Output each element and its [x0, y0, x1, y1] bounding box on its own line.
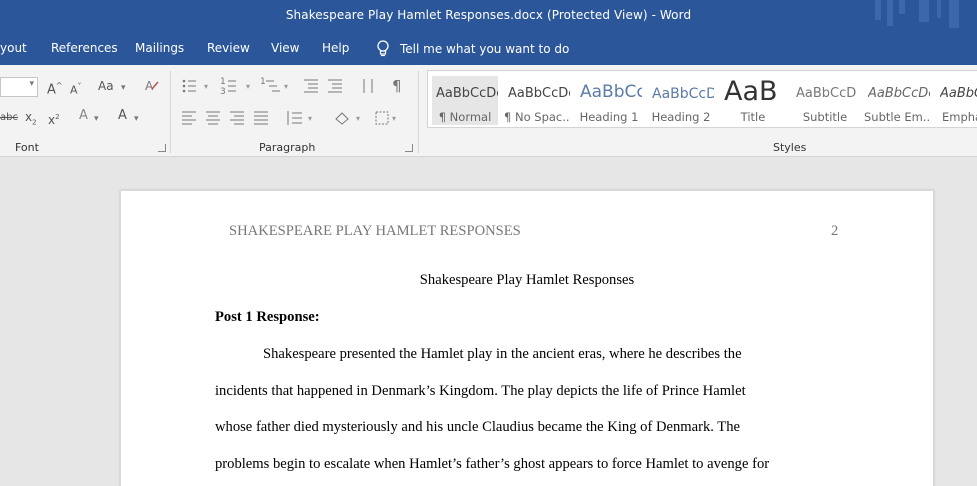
strikethrough-icon[interactable]: abc: [0, 111, 18, 125]
body-line: incidents that happened in Denmark’s Kin…: [215, 383, 746, 399]
svg-text:▾: ▾: [204, 82, 208, 91]
styles-gallery: AaBbCcDc ¶ Normal AaBbCcDc ¶ No Spac... …: [427, 70, 977, 128]
style-emphasis[interactable]: AaBbCcDc Empha: [936, 76, 977, 125]
tab-view[interactable]: View: [271, 41, 299, 55]
chevron-down-icon[interactable]: ▾: [134, 112, 139, 126]
svg-text:1: 1: [260, 77, 266, 87]
style-normal[interactable]: AaBbCcDc ¶ Normal: [432, 76, 498, 125]
svg-text:▾: ▾: [308, 114, 312, 123]
paragraph-row-2: ▾ ▾ ▾: [182, 111, 396, 125]
ribbon: ▾ A^ A˅ Aa ▾ A abc x2 x2 A ▾ A ▾ Font 1 …: [0, 65, 977, 157]
tab-references[interactable]: References: [51, 41, 118, 55]
styles-group-label: Styles: [773, 141, 807, 154]
body-line: whose father died mysteriously and his u…: [215, 419, 740, 435]
section-heading: Post 1 Response:: [215, 309, 320, 325]
running-head: SHAKESPEARE PLAY HAMLET RESPONSES: [229, 223, 521, 239]
document-title: Shakespeare Play Hamlet Responses: [419, 272, 635, 288]
tab-help[interactable]: Help: [322, 41, 349, 55]
body-line: problems begin to escalate when Hamlet’s…: [215, 456, 770, 472]
window-title: Shakespeare Play Hamlet Responses.docx (…: [285, 8, 692, 22]
svg-text:1: 1: [220, 77, 226, 87]
style-heading-1[interactable]: AaBbCc Heading 1: [576, 76, 642, 125]
style-heading-2[interactable]: AaBbCcD Heading 2: [648, 76, 714, 125]
tab-review[interactable]: Review: [207, 41, 250, 55]
style-subtle-emphasis[interactable]: AaBbCcDc Subtle Em...: [864, 76, 930, 125]
page-number: 2: [831, 223, 839, 239]
ribbon-tabs: yout References Mailings Review View Hel…: [0, 32, 977, 65]
svg-text:▾: ▾: [284, 82, 288, 91]
style-subtitle[interactable]: AaBbCcD Subtitle: [792, 76, 858, 125]
chevron-down-icon[interactable]: ▾: [94, 112, 99, 126]
lightbulb-icon: [377, 40, 389, 57]
title-bar: Shakespeare Play Hamlet Responses.docx (…: [0, 0, 977, 32]
body-line: Shakespeare presented the Hamlet play in…: [263, 346, 742, 362]
font-size-box[interactable]: ▾: [0, 77, 38, 97]
svg-text:A: A: [145, 79, 154, 93]
group-divider: [418, 71, 419, 153]
font-dialog-launcher-icon[interactable]: [158, 144, 166, 152]
chevron-down-icon[interactable]: ▾: [121, 81, 126, 95]
document-canvas[interactable]: SHAKESPEARE PLAY HAMLET RESPONSES 2 Shak…: [0, 157, 977, 486]
title-bar-pattern-icon: [875, 0, 959, 28]
clear-formatting-icon[interactable]: A: [143, 77, 161, 95]
document-page[interactable]: SHAKESPEARE PLAY HAMLET RESPONSES 2 Shak…: [120, 190, 934, 486]
tab-mailings[interactable]: Mailings: [135, 41, 184, 55]
grow-font-icon[interactable]: A^: [47, 79, 63, 97]
style-no-spacing[interactable]: AaBbCcDc ¶ No Spac...: [504, 76, 570, 125]
svg-text:▾: ▾: [356, 114, 360, 123]
superscript-icon[interactable]: x2: [48, 110, 60, 127]
tell-me-label: Tell me what you want to do: [400, 41, 570, 56]
subscript-icon[interactable]: x2: [25, 110, 37, 129]
paragraph-group-label: Paragraph: [259, 141, 316, 154]
tell-me-search[interactable]: Tell me what you want to do: [376, 40, 569, 57]
svg-text:¶: ¶: [392, 77, 402, 95]
shrink-font-icon[interactable]: A˅: [70, 80, 82, 98]
style-title[interactable]: AaB Title: [720, 76, 786, 125]
chevron-down-icon: ▾: [29, 79, 34, 89]
font-group-label: Font: [15, 141, 39, 154]
tab-layout[interactable]: yout: [0, 41, 27, 55]
font-color-icon[interactable]: A: [118, 109, 127, 123]
paragraph-dialog-launcher-icon[interactable]: [405, 144, 413, 152]
svg-text:3: 3: [220, 87, 226, 95]
change-case-icon[interactable]: Aa: [98, 79, 114, 93]
paragraph-row-1: 13 1 ¶ ▾ ▾ ▾: [182, 77, 402, 95]
text-effects-icon[interactable]: A: [79, 109, 88, 123]
svg-text:▾: ▾: [246, 82, 250, 91]
svg-text:▾: ▾: [392, 114, 396, 123]
group-divider: [170, 71, 171, 153]
